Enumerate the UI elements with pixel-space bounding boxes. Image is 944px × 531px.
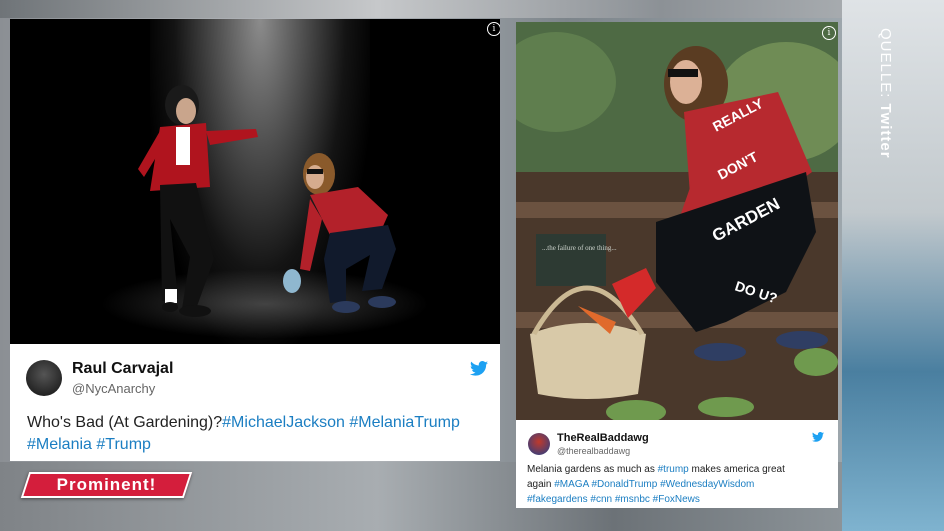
dancer-melania: [283, 153, 396, 313]
hashtag-link[interactable]: #WednesdayWisdom: [660, 479, 754, 490]
tweet-body-baddawg: TheRealBaddawg @therealbaddawg Melania g…: [516, 420, 838, 508]
source-credit: QUELLE: Twitter: [872, 28, 902, 188]
garden-illustration: ...the failure of one thing... REALLY DO…: [516, 22, 838, 420]
hashtag-link[interactable]: #MelaniaTrump: [349, 414, 460, 431]
tweet-text-part: Melania gardens as much as: [527, 464, 658, 475]
prominent-logo: Prominent!: [20, 472, 193, 498]
twitter-bird-icon[interactable]: [812, 432, 824, 442]
hashtag-link[interactable]: #FoxNews: [653, 494, 700, 505]
dancer-mj: [138, 85, 258, 317]
tweet-image-garden: ...the failure of one thing... REALLY DO…: [516, 22, 838, 420]
garden-sign-text: ...the failure of one thing...: [542, 244, 617, 252]
twitter-bird-icon[interactable]: [470, 361, 488, 376]
dancers-illustration: [138, 85, 396, 317]
tweet-image-dance: i: [10, 19, 500, 344]
hashtag-link[interactable]: #MAGA: [554, 479, 588, 490]
tweet-text: Who's Bad (At Gardening)?#MichaelJackson…: [27, 412, 487, 456]
author-name[interactable]: TheRealBaddawg: [557, 432, 649, 444]
tweet-body-raul: Raul Carvajal @NycAnarchy Who's Bad (At …: [10, 344, 500, 461]
tweet-card-raul: i Raul Carvajal @NycAnarchy Who's Bad (A…: [10, 19, 500, 461]
author-handle[interactable]: @therealbaddawg: [557, 446, 630, 456]
background-blur-top: [0, 0, 944, 18]
avatar[interactable]: [528, 433, 550, 455]
tweet-card-baddawg: ...the failure of one thing... REALLY DO…: [516, 22, 838, 508]
author-handle[interactable]: @NycAnarchy: [72, 381, 155, 396]
info-icon[interactable]: i: [487, 22, 500, 36]
hashtag-link[interactable]: #msnbc: [615, 494, 650, 505]
source-value: Twitter: [877, 103, 894, 159]
hashtag-link[interactable]: #Melania: [27, 436, 92, 453]
source-label: QUELLE:: [877, 28, 894, 99]
author-name[interactable]: Raul Carvajal: [72, 360, 173, 378]
avatar[interactable]: [26, 360, 62, 396]
tweet-text-lead: Who's Bad (At Gardening)?: [27, 414, 223, 431]
hashtag-link[interactable]: #MichaelJackson: [222, 414, 345, 431]
info-icon[interactable]: i: [822, 26, 836, 40]
hashtag-link[interactable]: #fakegardens: [527, 494, 588, 505]
tweet-text-part: again: [527, 479, 555, 490]
tweet-text: Melania gardens as much as #trump makes …: [527, 462, 832, 507]
hashtag-link[interactable]: #Trump: [96, 436, 151, 453]
hashtag-link[interactable]: #DonaldTrump: [592, 479, 658, 490]
hashtag-link[interactable]: #cnn: [590, 494, 612, 505]
logo-text: Prominent!: [56, 475, 157, 494]
hashtag-link[interactable]: #trump: [658, 464, 689, 475]
tweet-text-part: makes america great: [688, 464, 785, 475]
